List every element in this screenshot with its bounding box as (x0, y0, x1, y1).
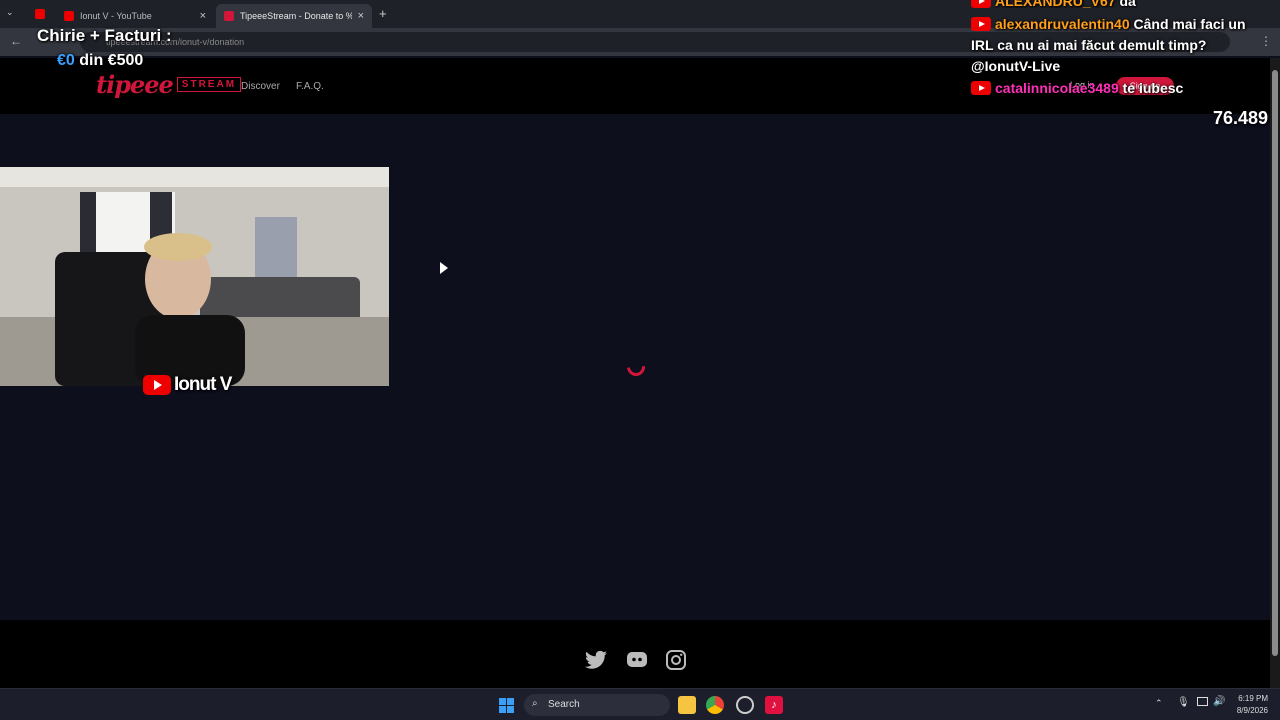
close-tab-icon[interactable]: × (358, 10, 364, 22)
network-icon[interactable] (1197, 697, 1208, 706)
youtube-icon (971, 81, 991, 95)
youtube-favicon-icon (64, 11, 74, 21)
chat-message: alexandruvalentin40 Când mai faci un IRL… (971, 14, 1271, 77)
obs-icon[interactable] (736, 696, 754, 714)
goal-title: Chirie + Facturi : (37, 26, 172, 45)
clock-date: 8/9/2026 (1236, 706, 1268, 715)
search-icon: ⌕ (532, 698, 538, 709)
volume-icon[interactable]: 🔊 (1213, 696, 1225, 707)
goal-text: din €500 (79, 52, 144, 69)
page-scrollbar[interactable] (1270, 58, 1280, 688)
tiktok-live-icon[interactable]: ♪ (765, 696, 783, 714)
webcam-name: Ionut V (174, 374, 232, 395)
nav-discover[interactable]: Discover (241, 81, 280, 92)
chat-user: alexandruvalentin40 (995, 16, 1130, 32)
chat-overlay: ALEXANDRU_V67 da alexandruvalentin40 Cân… (971, 0, 1271, 97)
chat-user: ALEXANDRU_V67 (995, 0, 1116, 8)
tray-chevron-icon[interactable]: ⌃ (1155, 698, 1163, 709)
tab-search-chevron-icon[interactable]: ⌄ (6, 7, 20, 21)
webcam-name-label: Ionut V (143, 374, 232, 396)
youtube-icon (971, 0, 991, 8)
viewer-count: 76.489 (1213, 108, 1269, 128)
site-footer (0, 620, 1270, 688)
chrome-icon[interactable] (706, 696, 724, 714)
microphone-icon[interactable]: 🎙 (1177, 697, 1190, 708)
windows-taskbar: ⌕ Search ♪ ⌃ 🎙 🔊 6:19 PM 8/9/2026 (0, 688, 1280, 720)
back-arrow-icon[interactable]: ← (10, 34, 22, 48)
taskbar-search[interactable]: ⌕ Search (524, 694, 670, 716)
tipeeestream-logo[interactable]: tipeee STREAM (96, 70, 242, 99)
system-clock[interactable]: 6:19 PM 8/9/2026 (1228, 693, 1268, 717)
scrollbar-thumb[interactable] (1272, 70, 1278, 656)
logo-stream: STREAM (176, 77, 242, 92)
mouse-cursor-icon (440, 262, 448, 274)
file-explorer-icon[interactable] (678, 696, 696, 714)
youtube-icon (143, 375, 171, 395)
chat-text: te iubesc (1122, 80, 1184, 96)
instagram-icon[interactable] (663, 648, 689, 672)
chat-text: da (1119, 0, 1136, 8)
chat-user: catalinnicolae3489 (995, 80, 1119, 96)
tab-youtube[interactable]: Ionut V - YouTube × (56, 4, 214, 28)
tab-tipeeestream[interactable]: TipeeeStream - Donate to %ps... × (216, 4, 372, 28)
tipeee-favicon-icon (224, 11, 234, 21)
goal-progress: €0 din €500 (57, 52, 143, 70)
tab-title: Ionut V - YouTube (80, 11, 152, 21)
start-windows-icon[interactable] (499, 698, 514, 713)
search-label: Search (548, 699, 580, 710)
logo-tip: tipeee (96, 70, 174, 99)
new-tab-button[interactable]: + (379, 6, 387, 21)
discord-icon[interactable] (624, 648, 650, 672)
goal-current: €0 (57, 52, 75, 69)
chat-message: catalinnicolae3489 te iubesc (971, 79, 1271, 97)
twitter-icon[interactable] (583, 648, 609, 672)
webcam-overlay (0, 167, 389, 386)
youtube-icon (971, 17, 991, 31)
clock-time: 6:19 PM (1238, 694, 1268, 703)
pinned-tab-youtube-icon[interactable] (35, 9, 45, 19)
webcam-image (0, 167, 389, 386)
chat-message: ALEXANDRU_V67 da (971, 0, 1271, 8)
tab-title: TipeeeStream - Donate to %ps... (240, 11, 352, 21)
nav-faq[interactable]: F.A.Q. (296, 81, 324, 92)
close-tab-icon[interactable]: × (200, 10, 206, 22)
